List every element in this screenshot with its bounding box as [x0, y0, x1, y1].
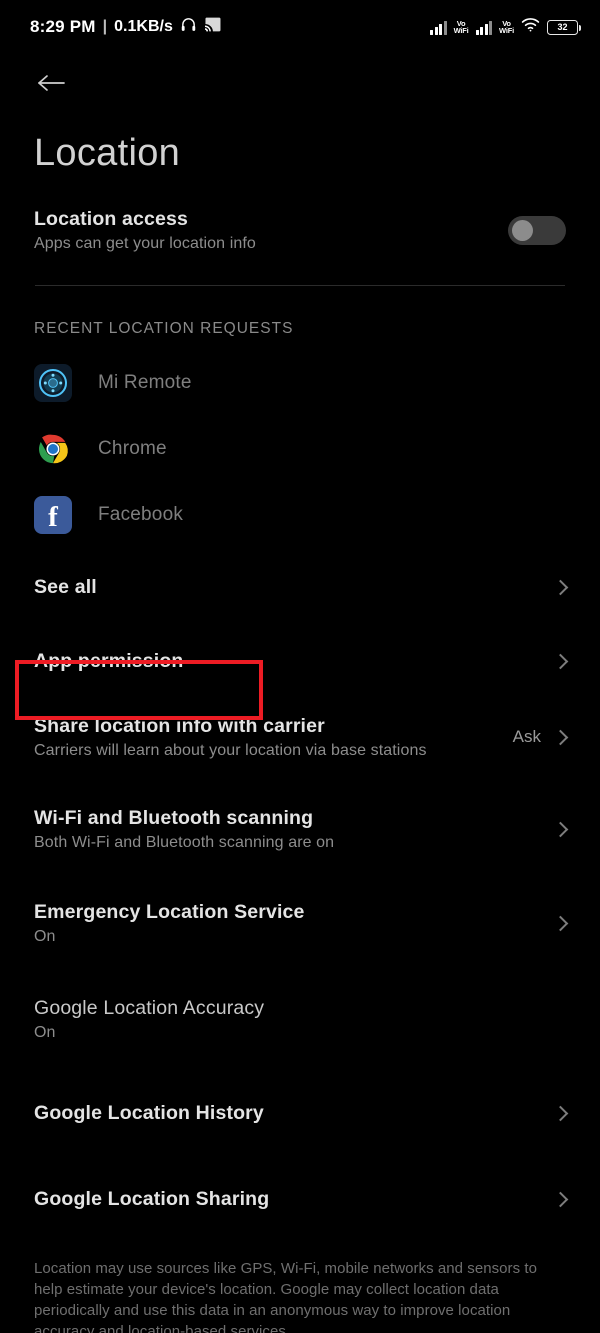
wifi-bluetooth-scanning-subtitle: Both Wi-Fi and Bluetooth scanning are on: [34, 833, 335, 851]
google-location-sharing-row[interactable]: Google Location Sharing: [0, 1166, 600, 1232]
emergency-location-service-row[interactable]: Emergency Location Service On: [0, 890, 600, 956]
wifi-icon: [521, 17, 540, 37]
share-location-carrier-value: Ask: [512, 727, 541, 746]
app-name-label: Facebook: [98, 504, 184, 525]
google-location-sharing-title: Google Location Sharing: [34, 1187, 270, 1210]
sim2-vowifi-icon: Vo WiFi: [499, 18, 514, 35]
wifi-bluetooth-scanning-row[interactable]: Wi-Fi and Bluetooth scanning Both Wi-Fi …: [0, 796, 600, 862]
page-title: Location: [34, 132, 181, 174]
status-bar: 8:29 PM | 0.1KB/s Vo WiFi Vo WiFi 32: [0, 0, 600, 54]
chevron-right-icon: [552, 579, 569, 595]
google-location-history-text: Google Location History: [34, 1102, 555, 1125]
google-location-sharing-text: Google Location Sharing: [34, 1188, 555, 1211]
list-item-chrome[interactable]: Chrome: [0, 416, 600, 482]
back-arrow-icon: [36, 71, 66, 100]
chevron-right-icon: [552, 1191, 569, 1207]
back-button[interactable]: [0, 54, 600, 116]
see-all-row[interactable]: See all: [0, 554, 600, 620]
google-location-history-title: Google Location History: [34, 1101, 264, 1124]
location-access-title: Location access: [34, 207, 188, 230]
sim1-signal-icon: [430, 20, 447, 35]
status-bar-right: Vo WiFi Vo WiFi 32: [430, 17, 582, 37]
chevron-right-icon: [552, 1105, 569, 1121]
battery-icon: 32: [547, 19, 582, 35]
footer-disclaimer: Location may use sources like GPS, Wi-Fi…: [34, 1260, 537, 1333]
wifi-bluetooth-scanning-text: Wi-Fi and Bluetooth scanning Both Wi-Fi …: [34, 807, 555, 852]
chevron-right-icon: [552, 729, 569, 745]
recent-requests-header: RECENT LOCATION REQUESTS: [34, 320, 294, 337]
emergency-location-service-subtitle: On: [34, 927, 56, 945]
status-bar-left: 8:29 PM | 0.1KB/s: [30, 16, 221, 38]
emergency-location-service-text: Emergency Location Service On: [34, 901, 555, 946]
location-access-row[interactable]: Location access Apps can get your locati…: [0, 197, 600, 263]
see-all-text: See all: [34, 576, 555, 599]
google-location-accuracy-row[interactable]: Google Location Accuracy On: [0, 986, 600, 1052]
battery-level-label: 32: [557, 22, 568, 32]
location-access-toggle[interactable]: [508, 215, 566, 245]
google-location-accuracy-title: Google Location Accuracy: [34, 996, 265, 1019]
status-clock: 8:29 PM: [30, 17, 96, 36]
chevron-right-icon: [552, 915, 569, 931]
app-permission-text: App permission: [34, 650, 555, 673]
list-item-mi-remote[interactable]: Mi Remote: [0, 350, 600, 416]
location-access-text: Location access Apps can get your locati…: [34, 208, 508, 253]
status-separator: |: [102, 18, 108, 35]
headphone-icon: [180, 16, 197, 38]
toggle-knob: [512, 219, 533, 241]
sim2-signal-icon: [475, 20, 493, 35]
wifi-bluetooth-scanning-title: Wi-Fi and Bluetooth scanning: [34, 806, 314, 829]
share-location-carrier-subtitle: Carriers will learn about your location …: [34, 741, 427, 759]
google-location-accuracy-text: Google Location Accuracy On: [34, 997, 566, 1042]
google-location-history-row[interactable]: Google Location History: [0, 1080, 600, 1146]
share-location-carrier-text: Share location info with carrier Carrier…: [34, 715, 513, 760]
app-name-label: Chrome: [98, 438, 167, 459]
network-speed-label: 0.1KB/s: [114, 18, 173, 35]
sim1-vowifi-icon: Vo WiFi: [453, 18, 469, 35]
location-settings-screen: 8:29 PM | 0.1KB/s Vo WiFi Vo WiFi 32 Loc…: [0, 0, 600, 1333]
emergency-location-service-title: Emergency Location Service: [34, 900, 305, 923]
chevron-right-icon: [552, 653, 569, 669]
chrome-icon: [34, 430, 72, 468]
location-access-subtitle: Apps can get your location info: [34, 234, 256, 252]
share-location-carrier-title: Share location info with carrier: [34, 714, 325, 737]
cast-icon: [204, 17, 221, 37]
share-location-carrier-row[interactable]: Share location info with carrier Carrier…: [0, 704, 600, 770]
app-name-label: Mi Remote: [98, 372, 192, 393]
list-item-facebook[interactable]: f Facebook: [0, 482, 600, 548]
facebook-icon: f: [34, 496, 72, 534]
app-permission-row[interactable]: App permission: [0, 628, 600, 694]
chevron-right-icon: [552, 821, 569, 837]
mi-remote-icon: [34, 364, 72, 402]
app-permission-label: App permission: [34, 649, 184, 672]
google-location-accuracy-subtitle: On: [34, 1023, 56, 1041]
see-all-label: See all: [34, 575, 97, 598]
